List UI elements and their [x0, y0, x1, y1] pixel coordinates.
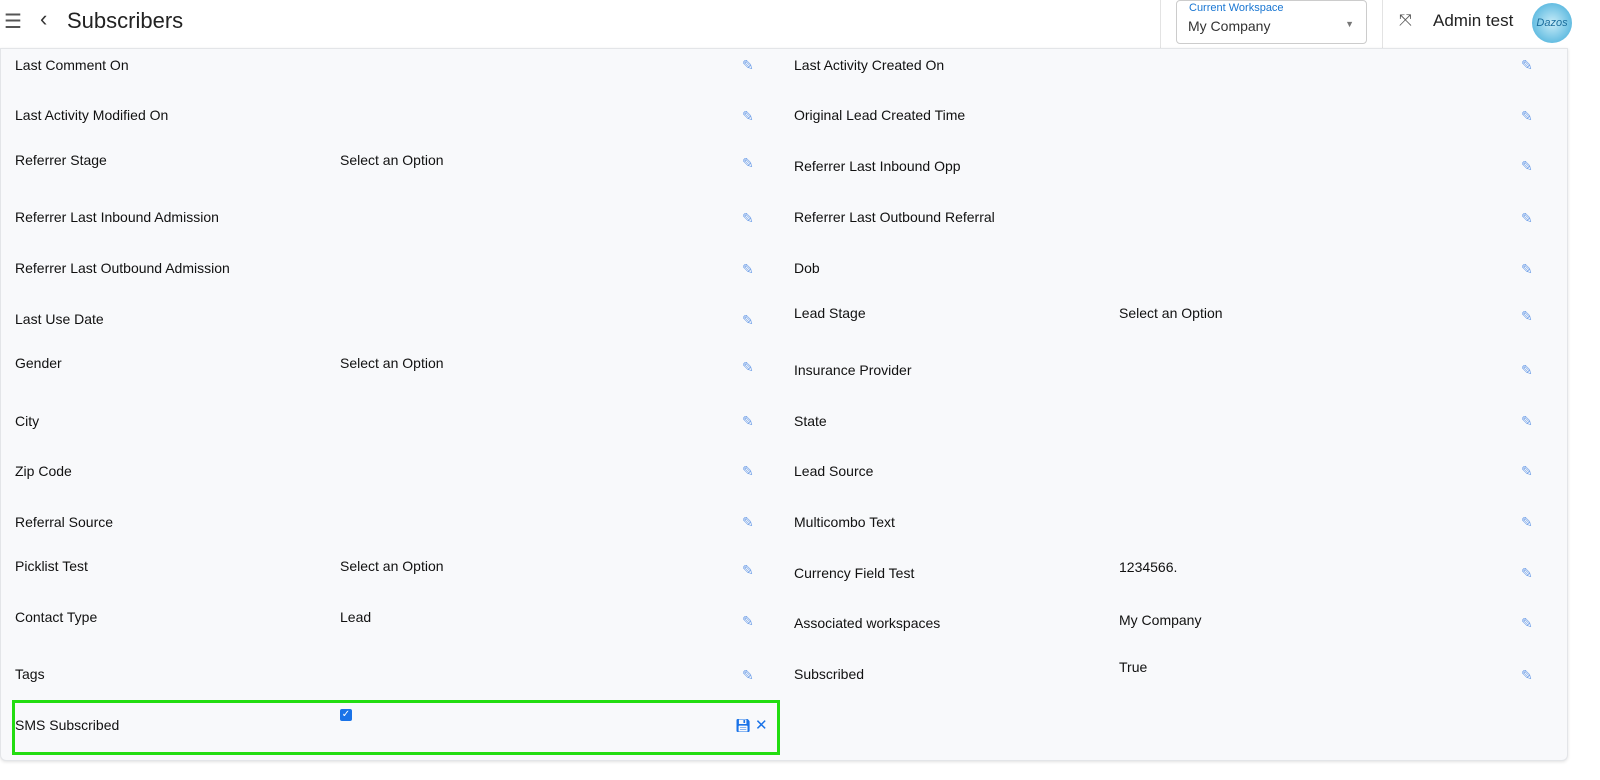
field-label: City — [15, 413, 40, 429]
field-label: Contact Type — [15, 609, 98, 625]
edit-pencil-icon[interactable]: ✎ — [742, 312, 754, 329]
edit-pencil-icon[interactable]: ✎ — [742, 210, 754, 227]
edit-pencil-icon[interactable]: ✎ — [1521, 362, 1533, 379]
edit-pencil-icon[interactable]: ✎ — [1521, 108, 1533, 125]
workspace-value: My Company — [1188, 18, 1271, 34]
edit-pencil-icon[interactable]: ✎ — [1521, 261, 1533, 278]
field-label: State — [794, 413, 827, 429]
field-label: Referrer Last Outbound Admission — [15, 260, 230, 276]
field-label: Referrer Last Outbound Referral — [794, 209, 995, 225]
edit-pencil-icon[interactable]: ✎ — [742, 261, 754, 278]
avatar[interactable]: Dazos — [1532, 3, 1572, 43]
edit-pencil-icon[interactable]: ✎ — [1521, 210, 1533, 227]
save-icon[interactable]: 💾︎ — [735, 718, 752, 734]
field-label: Dob — [794, 260, 820, 276]
field-label: Insurance Provider — [794, 362, 912, 378]
field-label: Last Activity Modified On — [15, 107, 169, 123]
field-label: Currency Field Test — [794, 565, 915, 581]
edit-pencil-icon[interactable]: ✎ — [1521, 565, 1533, 582]
field-value: Select an Option — [340, 355, 444, 371]
field-label: Zip Code — [15, 463, 72, 479]
edit-pencil-icon[interactable]: ✎ — [742, 463, 754, 480]
field-label: Associated workspaces — [794, 615, 941, 631]
field-label: Last Comment On — [15, 57, 129, 73]
field-label: Tags — [15, 666, 45, 682]
caret-down-icon: ▼ — [1345, 19, 1354, 29]
edit-pencil-icon[interactable]: ✎ — [742, 413, 754, 430]
field-label: Subscribed — [794, 666, 865, 682]
edit-pencil-icon[interactable]: ✎ — [1521, 615, 1533, 632]
edit-pencil-icon[interactable]: ✎ — [1521, 514, 1533, 531]
fields-panel — [0, 48, 1568, 761]
field-label: Last Activity Created On — [794, 57, 945, 73]
field-value: Select an Option — [1119, 305, 1223, 321]
field-label: Referrer Last Inbound Admission — [15, 209, 219, 225]
edit-pencil-icon[interactable]: ✎ — [742, 613, 754, 630]
workspace-select[interactable]: Current Workspace My Company ▼ — [1176, 0, 1367, 44]
edit-pencil-icon[interactable]: ✎ — [742, 108, 754, 125]
field-value: Select an Option — [340, 558, 444, 574]
edit-pencil-icon[interactable]: ✎ — [742, 359, 754, 376]
page-title: Subscribers — [67, 8, 184, 33]
edit-pencil-icon[interactable]: ✎ — [742, 57, 754, 74]
edit-pencil-icon[interactable]: ✎ — [742, 514, 754, 531]
close-icon[interactable]: ✕ — [755, 716, 768, 734]
edit-pencil-icon[interactable]: ✎ — [742, 667, 754, 684]
field-value: Select an Option — [340, 152, 444, 168]
field-value: Lead — [340, 609, 372, 625]
edit-pencil-icon[interactable]: ✎ — [1521, 413, 1533, 430]
sms-subscribed-checkbox[interactable]: ✓ — [340, 709, 352, 721]
field-value: True — [1119, 659, 1148, 675]
divider — [1160, 0, 1161, 48]
field-value: My Company — [1119, 612, 1202, 628]
field-label: Gender — [15, 355, 62, 371]
field-label: Lead Source — [794, 463, 874, 479]
edit-pencil-icon[interactable]: ✎ — [1521, 463, 1533, 480]
user-name[interactable]: Admin test — [1433, 11, 1513, 31]
back-chevron-icon[interactable]: ‹ — [40, 6, 47, 32]
field-label: Lead Stage — [794, 305, 866, 321]
divider — [1382, 0, 1383, 48]
field-label: Referral Source — [15, 514, 114, 530]
edit-pencil-icon[interactable]: ✎ — [742, 155, 754, 172]
expand-icon[interactable]: ⤧ — [1399, 12, 1412, 30]
hamburger-menu-icon[interactable]: ☰ — [4, 9, 22, 34]
field-value: 1234566. — [1119, 559, 1178, 575]
workspace-label: Current Workspace — [1189, 2, 1284, 14]
edit-pencil-icon[interactable]: ✎ — [742, 562, 754, 579]
edit-pencil-icon[interactable]: ✎ — [1521, 57, 1533, 74]
edit-pencil-icon[interactable]: ✎ — [1521, 308, 1533, 325]
field-label: Multicombo Text — [794, 514, 895, 530]
field-label: Original Lead Created Time — [794, 107, 966, 123]
edit-pencil-icon[interactable]: ✎ — [1521, 667, 1533, 684]
editing-highlight — [12, 700, 780, 755]
field-label: Referrer Stage — [15, 152, 107, 168]
field-label: Last Use Date — [15, 311, 104, 327]
field-label: Referrer Last Inbound Opp — [794, 158, 961, 174]
field-label: Picklist Test — [15, 558, 88, 574]
top-bar: ☰ ‹ Subscribers Current Workspace My Com… — [0, 0, 1600, 48]
field-label: SMS Subscribed — [15, 717, 120, 733]
edit-pencil-icon[interactable]: ✎ — [1521, 158, 1533, 175]
